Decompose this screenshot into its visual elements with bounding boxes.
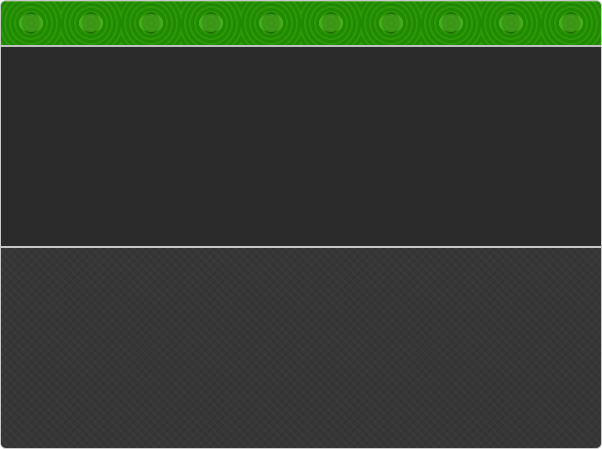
main-panel xyxy=(1,47,601,248)
title-bar[interactable] xyxy=(1,1,601,47)
window-title xyxy=(1,1,601,45)
lower-panel xyxy=(1,248,601,448)
app-window xyxy=(0,0,602,449)
